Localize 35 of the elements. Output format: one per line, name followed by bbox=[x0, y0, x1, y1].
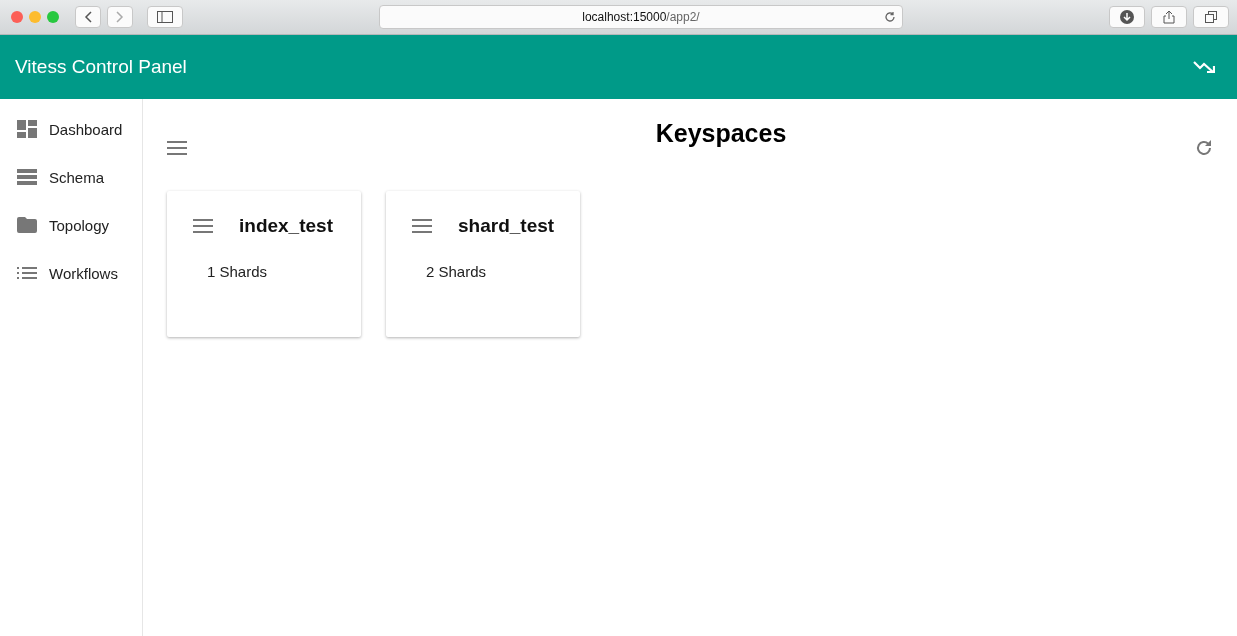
tabs-button[interactable] bbox=[1193, 6, 1229, 28]
menu-icon[interactable] bbox=[412, 219, 432, 233]
sidebar-item[interactable]: Workflows bbox=[0, 263, 142, 283]
menu-icon[interactable] bbox=[167, 141, 187, 155]
close-button[interactable] bbox=[11, 11, 23, 23]
download-button[interactable] bbox=[1109, 6, 1145, 28]
page-title: Keyspaces bbox=[655, 119, 787, 148]
sidebar-item[interactable]: Schema bbox=[0, 167, 142, 187]
address-bar[interactable]: localhost:15000/app2/ bbox=[379, 5, 903, 29]
shard-count: 2 Shards bbox=[425, 263, 488, 280]
chevron-left-icon bbox=[84, 11, 92, 23]
share-button[interactable] bbox=[1151, 6, 1187, 28]
sidebar-icon bbox=[157, 11, 173, 23]
app-title: Vitess Control Panel bbox=[15, 56, 187, 78]
sidebar-item[interactable]: Dashboard bbox=[0, 119, 142, 139]
reload-icon[interactable] bbox=[884, 11, 896, 23]
keyspace-name: shard_test bbox=[458, 215, 555, 237]
menu-icon[interactable] bbox=[193, 219, 213, 233]
rows-icon bbox=[17, 169, 37, 185]
url-host: localhost:15000 bbox=[582, 10, 667, 24]
list-icon bbox=[17, 267, 37, 279]
refresh-icon[interactable] bbox=[1195, 139, 1213, 157]
keyspace-name: index_test bbox=[239, 215, 333, 237]
dashboard-icon bbox=[17, 120, 37, 138]
back-button[interactable] bbox=[75, 6, 101, 28]
shard-count: 1 Shards bbox=[206, 263, 269, 280]
share-icon bbox=[1163, 10, 1175, 24]
trending-down-icon[interactable] bbox=[1193, 60, 1215, 74]
sidebar-item[interactable]: Topology bbox=[0, 215, 142, 235]
chevron-right-icon bbox=[116, 11, 124, 23]
tabs-icon bbox=[1205, 11, 1217, 23]
url-path: /app2/ bbox=[666, 10, 700, 24]
download-icon bbox=[1120, 10, 1134, 24]
folder-icon bbox=[17, 217, 37, 233]
sidebar-toggle-button[interactable] bbox=[147, 6, 183, 28]
